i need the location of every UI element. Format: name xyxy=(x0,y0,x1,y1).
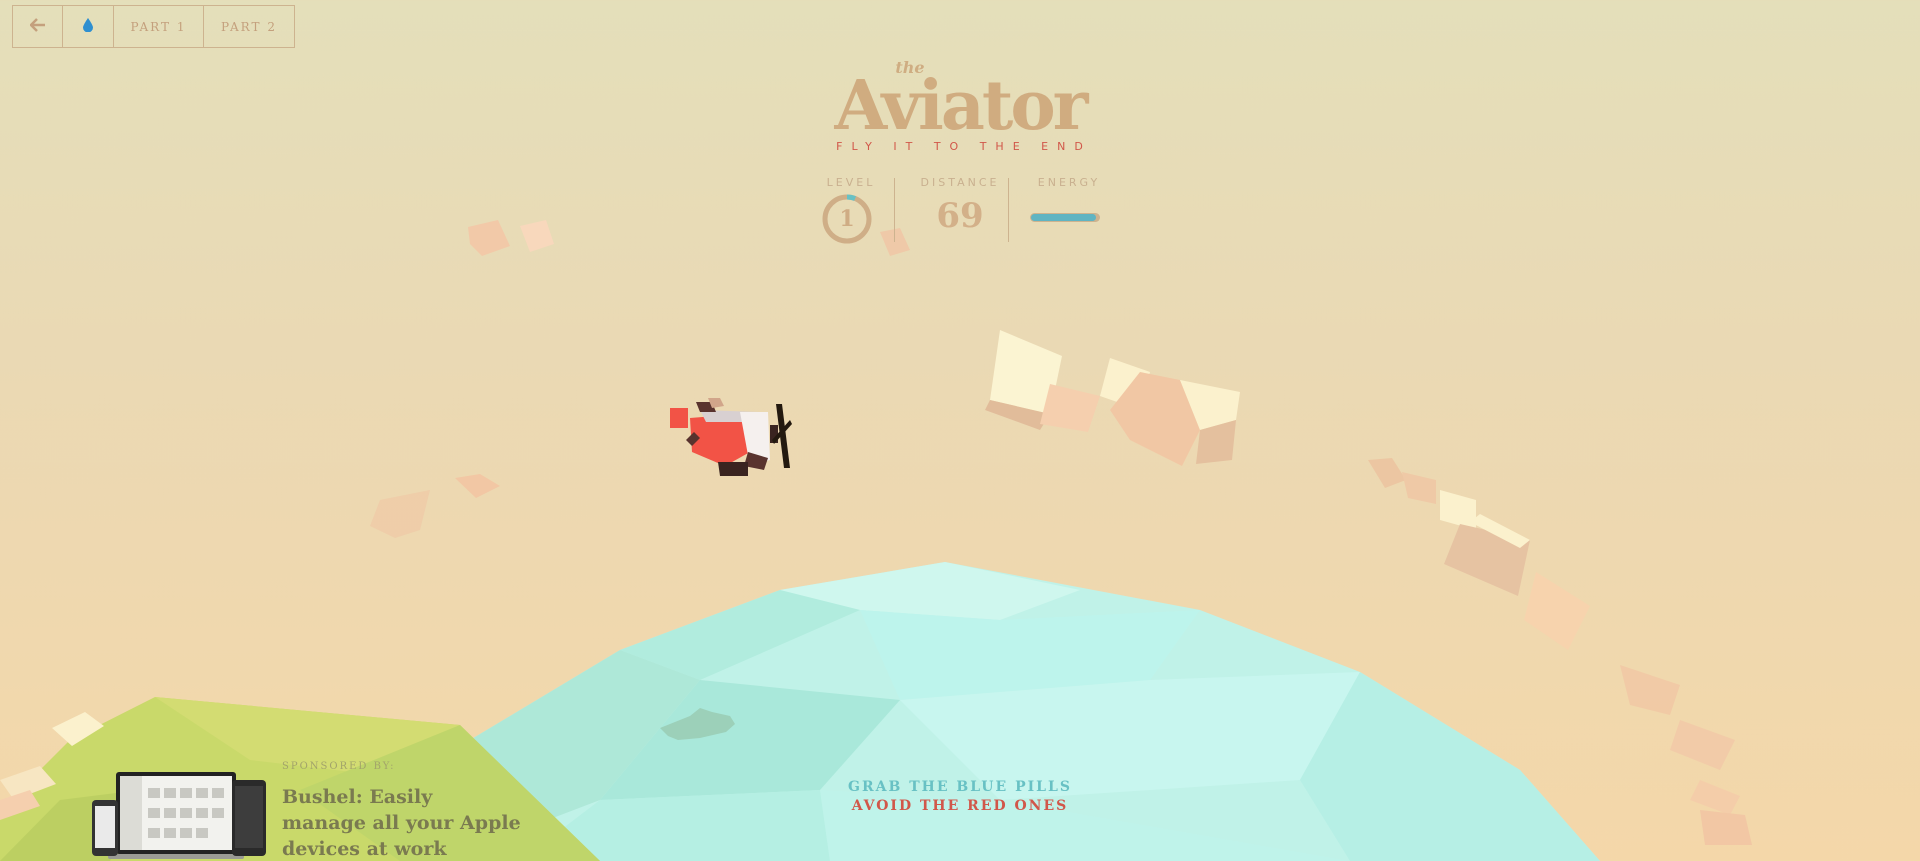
sponsor-link[interactable]: Bushel: Easily manage all your Apple dev… xyxy=(282,784,522,861)
score-divider xyxy=(1008,178,1009,242)
sea-globe xyxy=(440,562,1600,861)
level-label: LEVEL xyxy=(826,176,876,189)
energy-bar xyxy=(1030,213,1100,222)
water-drop-button[interactable] xyxy=(63,6,114,47)
level-value: 1 xyxy=(839,206,855,232)
game-title: the Aviator FLY IT TO THE END xyxy=(0,60,1920,154)
sponsor-label: SPONSORED BY: xyxy=(282,761,396,772)
sponsor-devices-image[interactable] xyxy=(90,768,270,861)
distance-value: 69 xyxy=(936,196,984,236)
top-nav: PART 1 PART 2 xyxy=(12,5,295,48)
level-section: LEVEL xyxy=(810,176,892,189)
title-main: Aviator xyxy=(834,66,1089,146)
distance-section: DISTANCE 69 xyxy=(900,176,1020,236)
energy-section: ENERGY xyxy=(1028,176,1110,189)
water-drop-icon xyxy=(83,18,93,35)
back-button[interactable] xyxy=(13,6,63,47)
distance-label: DISTANCE xyxy=(920,176,1000,189)
score-divider xyxy=(894,178,895,242)
part1-link[interactable]: PART 1 xyxy=(114,6,204,47)
arrow-left-icon xyxy=(28,18,46,35)
energy-bar-fill xyxy=(1031,214,1096,221)
airplane xyxy=(670,398,792,476)
part2-link[interactable]: PART 2 xyxy=(204,6,294,47)
score-panel: LEVEL 1 DISTANCE 69 ENERGY xyxy=(810,176,1110,246)
energy-label: ENERGY xyxy=(1037,176,1101,189)
title-tagline: FLY IT TO THE END xyxy=(836,140,1092,153)
